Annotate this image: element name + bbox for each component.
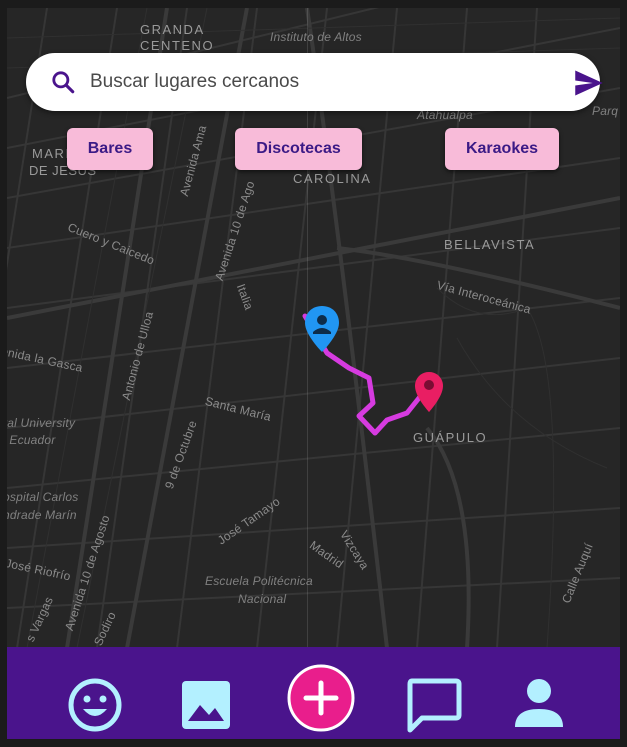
chip-bares[interactable]: Bares bbox=[67, 128, 153, 170]
user-location-marker[interactable] bbox=[303, 304, 341, 354]
map-label-guapulo: GUÁPULO bbox=[413, 430, 488, 445]
map-label-nacional: Nacional bbox=[238, 592, 287, 606]
map-label-instituto: Instituto de Altos bbox=[270, 30, 362, 44]
map-label-escuela-politecnica: Escuela Politécnica bbox=[205, 574, 313, 588]
chat-icon[interactable] bbox=[406, 677, 462, 733]
smiley-icon[interactable] bbox=[67, 677, 123, 733]
destination-marker[interactable] bbox=[413, 370, 445, 414]
chip-karaokes-label: Karaokes bbox=[465, 140, 539, 157]
chip-karaokes[interactable]: Karaokes bbox=[445, 128, 559, 170]
add-icon[interactable] bbox=[286, 663, 356, 733]
search-input[interactable] bbox=[88, 63, 532, 101]
send-icon[interactable] bbox=[574, 69, 604, 97]
chip-discotecas-label: Discotecas bbox=[256, 140, 341, 157]
map-label-mariscal: MARI bbox=[32, 146, 71, 161]
chip-discotecas[interactable]: Discotecas bbox=[235, 128, 362, 170]
map-label-del-ecuador: l Ecuador bbox=[7, 433, 56, 447]
person-icon[interactable] bbox=[513, 677, 565, 729]
app-frame: GRANDA CENTENO Instituto de Altos Atahua… bbox=[0, 0, 627, 747]
map-label-bellavista: BELLAVISTA bbox=[444, 237, 536, 252]
search-bar[interactable] bbox=[26, 53, 603, 111]
search-icon[interactable] bbox=[50, 69, 76, 95]
image-icon[interactable] bbox=[180, 679, 232, 731]
map-label-parq: Parq bbox=[592, 104, 619, 118]
map-label-hospital-carlos: ospital Carlos bbox=[7, 490, 79, 504]
map-label-carolina: CAROLINA bbox=[293, 171, 372, 186]
map-label-andrade-marin: ndrade Marín bbox=[7, 508, 77, 522]
map-label-central-university: ral University bbox=[7, 416, 76, 430]
bottom-navigation bbox=[7, 647, 620, 739]
chip-bares-label: Bares bbox=[87, 140, 133, 157]
map-label-granda-centeno: GRANDA CENTENO bbox=[140, 22, 215, 53]
